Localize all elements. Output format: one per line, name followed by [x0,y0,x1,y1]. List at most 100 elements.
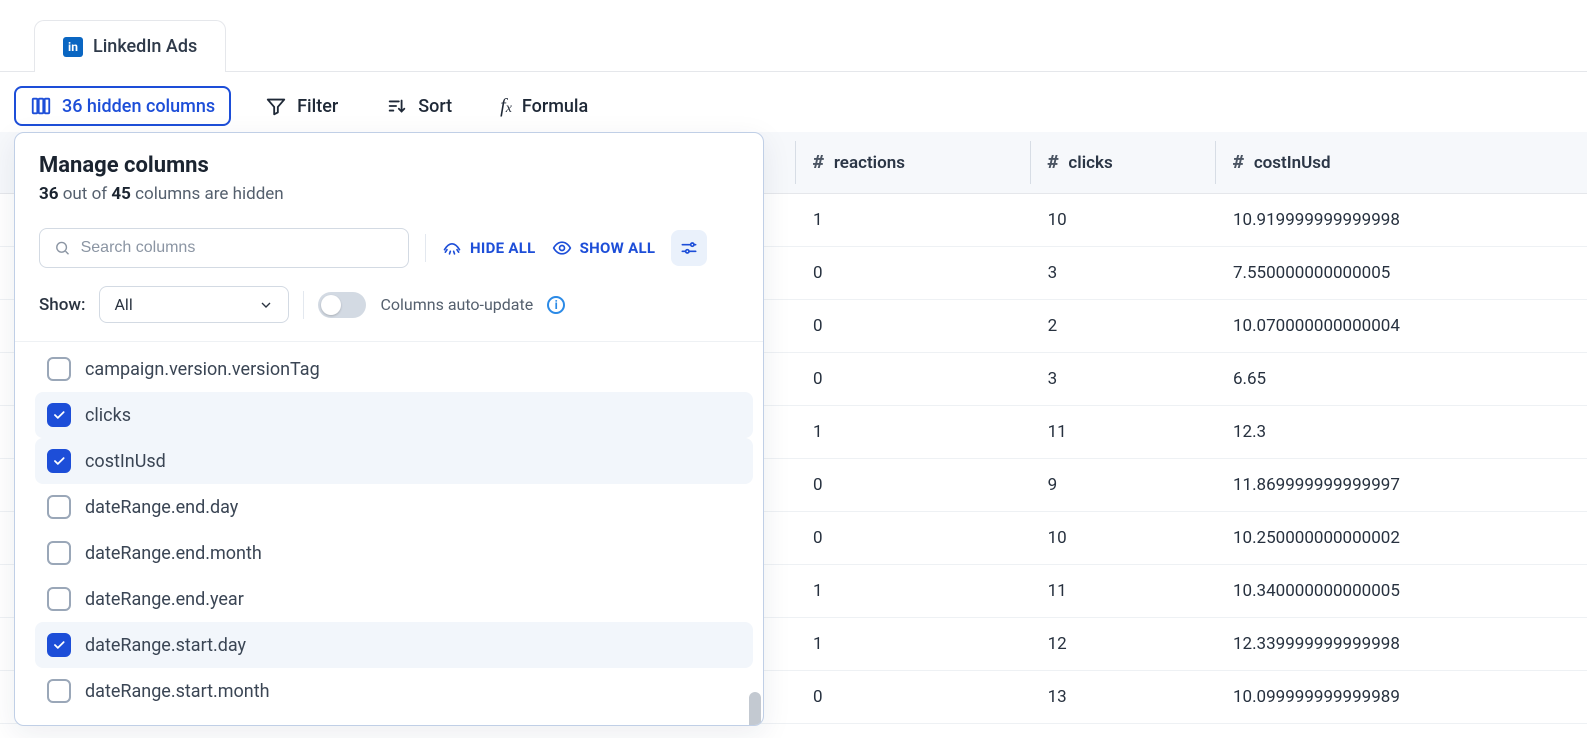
cell-reactions[interactable]: 1 [795,194,1030,247]
cell-clicks[interactable]: 11 [1030,565,1215,618]
cell-costInUsd[interactable]: 11.869999999999997 [1215,459,1587,512]
cell-costInUsd[interactable]: 10.070000000000004 [1215,300,1587,353]
auto-update-label: Columns auto-update [380,295,533,314]
show-all-label: SHOW ALL [580,239,656,257]
chevron-down-icon [258,297,274,313]
column-settings-button[interactable] [671,230,707,266]
tab-linkedin-ads[interactable]: in LinkedIn Ads [34,20,226,72]
cell-reactions[interactable]: 0 [795,459,1030,512]
cell-clicks[interactable]: 3 [1030,247,1215,300]
show-select-value: All [114,295,132,314]
manage-columns-popover: Manage columns 36 out of 45 columns are … [14,132,764,726]
popover-title: Manage columns [39,153,739,178]
column-toggle-label: costInUsd [85,451,166,472]
formula-button[interactable]: fx Formula [486,88,602,125]
checkbox[interactable] [47,357,71,381]
column-toggle-label: dateRange.start.month [85,681,270,702]
checkbox[interactable] [47,541,71,565]
sort-icon [386,95,408,117]
sort-label: Sort [418,96,452,117]
column-header-label: costInUsd [1254,153,1331,173]
checkbox[interactable] [47,679,71,703]
column-toggle-label: clicks [85,405,131,426]
column-toggle-label: dateRange.end.month [85,543,262,564]
scrollbar-thumb[interactable] [749,692,761,725]
cell-costInUsd[interactable]: 12.3 [1215,406,1587,459]
divider [303,291,304,319]
columns-icon [30,95,52,117]
hide-all-label: HIDE ALL [470,239,536,257]
formula-icon: fx [500,95,512,118]
eye-off-icon [442,238,462,258]
cell-reactions[interactable]: 1 [795,565,1030,618]
column-toggle-item[interactable]: dateRange.start.month [35,668,753,714]
checkbox[interactable] [47,449,71,473]
cell-reactions[interactable]: 0 [795,512,1030,565]
column-header-label: reactions [834,153,905,173]
cell-costInUsd[interactable]: 10.919999999999998 [1215,194,1587,247]
cell-costInUsd[interactable]: 7.550000000000005 [1215,247,1587,300]
funnel-icon [265,95,287,117]
cell-costInUsd[interactable]: 10.340000000000005 [1215,565,1587,618]
show-label: Show: [39,295,85,315]
column-toggle-label: dateRange.end.year [85,589,244,610]
column-header-clicks[interactable]: #clicks [1030,132,1215,194]
column-toggle-item[interactable]: costInUsd [35,438,753,484]
cell-clicks[interactable]: 9 [1030,459,1215,512]
column-toggle-item[interactable]: campaign.version.versionTag [35,346,753,392]
filter-button[interactable]: Filter [251,88,352,124]
cell-clicks[interactable]: 10 [1030,194,1215,247]
eye-icon [552,238,572,258]
hide-all-button[interactable]: HIDE ALL [442,238,536,258]
column-toggle-item[interactable]: clicks [35,392,753,438]
auto-update-toggle[interactable] [318,292,366,318]
tab-bar: in LinkedIn Ads [0,0,1587,72]
cell-reactions[interactable]: 0 [795,353,1030,406]
cell-clicks[interactable]: 10 [1030,512,1215,565]
divider [425,234,426,262]
column-header-costInUsd[interactable]: # costInUsd [1215,132,1587,194]
cell-reactions[interactable]: 0 [795,247,1030,300]
info-icon[interactable]: i [547,296,565,314]
cell-reactions[interactable]: 1 [795,406,1030,459]
cell-costInUsd[interactable]: 12.339999999999998 [1215,618,1587,671]
search-columns-box[interactable] [39,228,409,268]
filter-label: Filter [297,96,338,117]
checkbox[interactable] [47,633,71,657]
tab-label: LinkedIn Ads [93,36,197,57]
cell-costInUsd[interactable]: 10.250000000000002 [1215,512,1587,565]
column-toggle-item[interactable]: dateRange.end.year [35,576,753,622]
cell-clicks[interactable]: 13 [1030,671,1215,724]
column-toggle-item[interactable]: dateRange.end.day [35,484,753,530]
hidden-columns-button[interactable]: 36 hidden columns [14,86,231,126]
sort-button[interactable]: Sort [372,88,466,124]
column-toggle-item[interactable]: dateRange.start.day [35,622,753,668]
show-select[interactable]: All [99,286,289,323]
number-type-icon: # [1233,152,1244,173]
hidden-columns-label: 36 hidden columns [62,96,215,117]
cell-costInUsd[interactable]: 6.65 [1215,353,1587,406]
column-toggle-item[interactable]: dateRange.end.month [35,530,753,576]
formula-label: Formula [522,96,588,117]
search-icon [54,239,71,257]
checkbox[interactable] [47,495,71,519]
column-toggle-label: campaign.version.versionTag [85,359,320,380]
checkbox[interactable] [47,403,71,427]
cell-reactions[interactable]: 1 [795,618,1030,671]
checkbox[interactable] [47,587,71,611]
number-type-icon: # [813,152,824,173]
column-header-label: clicks [1068,153,1112,173]
search-input[interactable] [81,239,394,257]
cell-costInUsd[interactable]: 10.099999999999989 [1215,671,1587,724]
cell-clicks[interactable]: 3 [1030,353,1215,406]
column-header-reactions[interactable]: # reactions [795,132,1030,194]
column-list[interactable]: campaign.version.versionTag clicks costInU… [15,341,763,725]
column-toggle-label: dateRange.end.day [85,497,238,518]
cell-reactions[interactable]: 0 [795,300,1030,353]
cell-clicks[interactable]: 2 [1030,300,1215,353]
cell-clicks[interactable]: 11 [1030,406,1215,459]
cell-clicks[interactable]: 12 [1030,618,1215,671]
cell-reactions[interactable]: 0 [795,671,1030,724]
toolbar: 36 hidden columns Filter Sort fx Formula [0,72,1587,140]
show-all-button[interactable]: SHOW ALL [552,238,656,258]
